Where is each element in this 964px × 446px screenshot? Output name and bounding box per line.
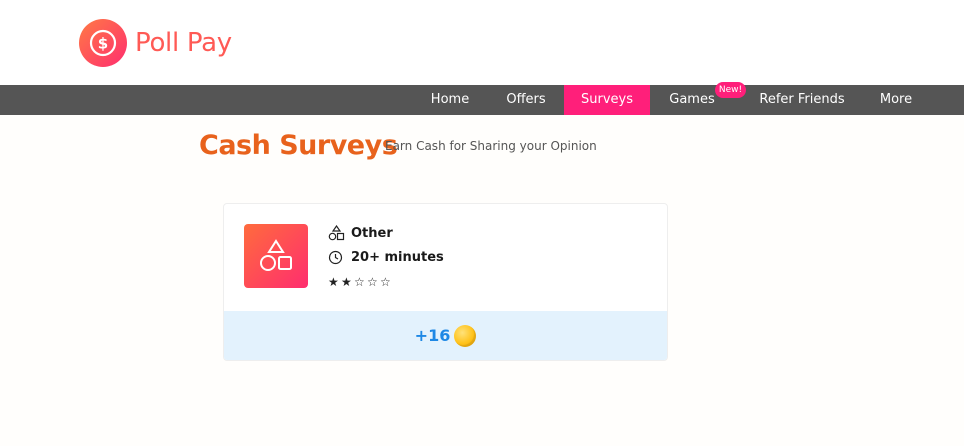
brand-name: Poll Pay (135, 28, 232, 58)
survey-duration: 20+ minutes (328, 249, 444, 265)
coin-icon (454, 324, 477, 347)
survey-rating: ★ ★ ☆ ☆ ☆ (328, 275, 393, 289)
nav-offers[interactable]: Offers (492, 85, 560, 115)
svg-text:$: $ (98, 35, 108, 53)
survey-category-label: Other (351, 225, 393, 241)
survey-reward[interactable]: +16 (224, 311, 667, 360)
star-filled-icon: ★ (341, 275, 352, 289)
star-empty-icon: ☆ (380, 275, 391, 289)
nav-more[interactable]: More (868, 85, 924, 115)
main-nav: Home Offers Surveys Games Refer Friends … (0, 85, 964, 115)
nav-refer-friends[interactable]: Refer Friends (754, 85, 850, 115)
star-filled-icon: ★ (328, 275, 339, 289)
shapes-icon (244, 224, 308, 288)
page-subtitle: Earn Cash for Sharing your Opinion (385, 139, 597, 153)
survey-duration-label: 20+ minutes (351, 249, 444, 265)
brand-logo[interactable]: $ Poll Pay (79, 19, 232, 67)
survey-category: Other (328, 225, 393, 241)
nav-surveys[interactable]: Surveys (564, 85, 650, 115)
shapes-icon (328, 225, 346, 241)
star-empty-icon: ☆ (354, 275, 365, 289)
dollar-coin-icon: $ (79, 19, 127, 67)
reward-amount: +16 (414, 326, 451, 345)
header: $ Poll Pay (0, 0, 964, 85)
star-empty-icon: ☆ (367, 275, 378, 289)
nav-home[interactable]: Home (416, 85, 484, 115)
page-title: Cash Surveys (199, 130, 398, 161)
survey-card[interactable]: Other 20+ minutes ★ ★ ☆ ☆ ☆ +16 (223, 203, 668, 361)
clock-icon (328, 249, 346, 265)
games-new-badge: New! (715, 82, 746, 98)
